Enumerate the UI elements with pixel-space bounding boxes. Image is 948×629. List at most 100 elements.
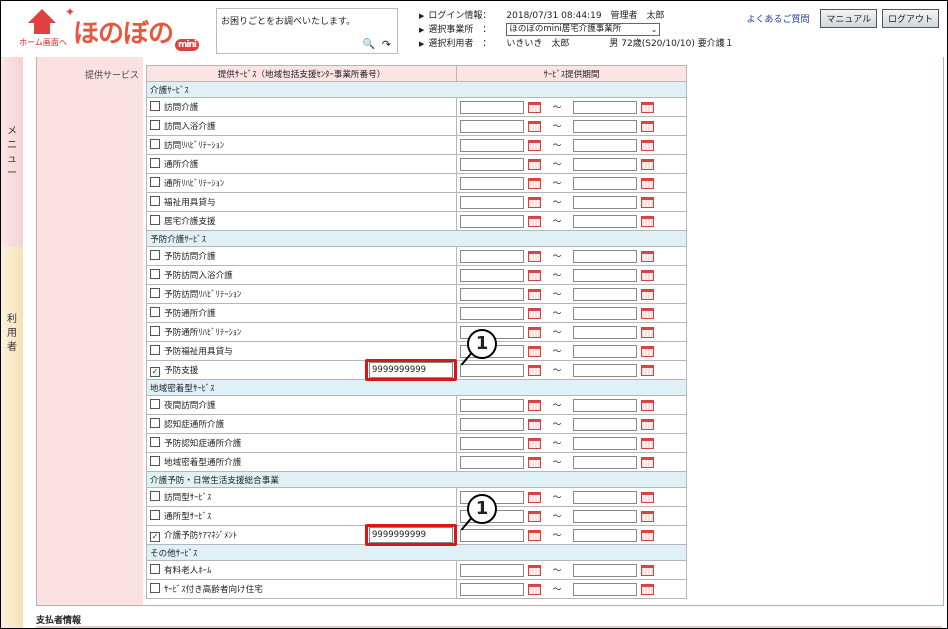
service-checkbox[interactable] [150, 215, 160, 225]
calendar-icon[interactable] [641, 120, 654, 132]
calendar-icon[interactable] [641, 177, 654, 189]
service-checkbox[interactable] [150, 345, 160, 355]
period-start-input[interactable] [460, 582, 524, 596]
calendar-icon[interactable] [528, 120, 541, 132]
calendar-icon[interactable] [641, 158, 654, 170]
service-checkbox[interactable] [150, 418, 160, 428]
period-end-input[interactable] [573, 268, 637, 282]
service-checkbox[interactable] [150, 177, 160, 187]
period-start-input[interactable] [460, 287, 524, 301]
calendar-icon[interactable] [528, 491, 541, 503]
period-end-input[interactable] [573, 325, 637, 339]
calendar-icon[interactable] [528, 583, 541, 595]
office-select[interactable]: ほのぼのmini居宅介護事業所 ⌄ [506, 23, 661, 36]
home-button[interactable]: ホーム画面へ [19, 9, 67, 49]
calendar-icon[interactable] [528, 437, 541, 449]
tab-user[interactable]: 利用者 [1, 247, 23, 628]
service-checkbox[interactable] [150, 139, 160, 149]
calendar-icon[interactable] [528, 177, 541, 189]
calendar-icon[interactable] [641, 307, 654, 319]
period-end-input[interactable] [573, 119, 637, 133]
service-checkbox[interactable] [150, 158, 160, 168]
calendar-icon[interactable] [641, 418, 654, 430]
service-checkbox[interactable] [150, 564, 160, 574]
calendar-icon[interactable] [528, 196, 541, 208]
period-end-input[interactable] [573, 563, 637, 577]
calendar-icon[interactable] [641, 139, 654, 151]
period-end-input[interactable] [573, 436, 637, 450]
calendar-icon[interactable] [528, 101, 541, 113]
calendar-icon[interactable] [528, 269, 541, 281]
period-end-input[interactable] [573, 582, 637, 596]
calendar-icon[interactable] [528, 288, 541, 300]
period-end-input[interactable] [573, 417, 637, 431]
calendar-icon[interactable] [641, 583, 654, 595]
service-checkbox[interactable] [150, 120, 160, 130]
service-checkbox[interactable] [150, 399, 160, 409]
period-end-input[interactable] [573, 100, 637, 114]
calendar-icon[interactable] [528, 158, 541, 170]
calendar-icon[interactable] [641, 491, 654, 503]
service-checkbox[interactable] [150, 510, 160, 520]
period-end-input[interactable] [573, 195, 637, 209]
period-start-input[interactable] [460, 528, 524, 542]
period-end-input[interactable] [573, 344, 637, 358]
tab-menu[interactable]: メニュー [1, 57, 23, 247]
faq-link[interactable]: よくあるご質問 [746, 15, 809, 25]
period-end-input[interactable] [573, 176, 637, 190]
search-icon[interactable]: 🔍 [363, 39, 375, 50]
service-checkbox[interactable] [150, 250, 160, 260]
period-end-input[interactable] [573, 528, 637, 542]
help-search-box[interactable]: お困りごとをお調べいたします。 🔍 ↷ [216, 8, 398, 54]
period-end-input[interactable] [573, 455, 637, 469]
period-end-input[interactable] [573, 287, 637, 301]
calendar-icon[interactable] [641, 326, 654, 338]
calendar-icon[interactable] [528, 399, 541, 411]
service-checkbox[interactable]: ✓ [150, 531, 160, 542]
service-checkbox[interactable]: ✓ [150, 366, 160, 377]
logout-button[interactable]: ログアウト [881, 9, 939, 28]
period-start-input[interactable] [460, 417, 524, 431]
period-start-input[interactable] [460, 363, 524, 377]
service-checkbox[interactable] [150, 583, 160, 593]
service-checkbox[interactable] [150, 269, 160, 279]
calendar-icon[interactable] [641, 456, 654, 468]
arrow-go-icon[interactable]: ↷ [382, 38, 391, 51]
period-start-input[interactable] [460, 119, 524, 133]
period-start-input[interactable] [460, 214, 524, 228]
calendar-icon[interactable] [528, 215, 541, 227]
calendar-icon[interactable] [528, 456, 541, 468]
calendar-icon[interactable] [641, 269, 654, 281]
service-checkbox[interactable] [150, 491, 160, 501]
calendar-icon[interactable] [528, 307, 541, 319]
period-start-input[interactable] [460, 249, 524, 263]
period-end-input[interactable] [573, 398, 637, 412]
period-start-input[interactable] [460, 195, 524, 209]
calendar-icon[interactable] [641, 564, 654, 576]
calendar-icon[interactable] [641, 437, 654, 449]
service-checkbox[interactable] [150, 196, 160, 206]
calendar-icon[interactable] [641, 101, 654, 113]
period-end-input[interactable] [573, 214, 637, 228]
calendar-icon[interactable] [528, 564, 541, 576]
service-checkbox[interactable] [150, 288, 160, 298]
calendar-icon[interactable] [528, 418, 541, 430]
help-search-input[interactable]: お困りごとをお調べいたします。 [221, 14, 355, 27]
calendar-icon[interactable] [641, 196, 654, 208]
period-end-input[interactable] [573, 363, 637, 377]
calendar-icon[interactable] [641, 529, 654, 541]
calendar-icon[interactable] [641, 288, 654, 300]
period-end-input[interactable] [573, 306, 637, 320]
period-end-input[interactable] [573, 490, 637, 504]
calendar-icon[interactable] [528, 139, 541, 151]
service-checkbox[interactable] [150, 326, 160, 336]
calendar-icon[interactable] [641, 215, 654, 227]
calendar-icon[interactable] [528, 326, 541, 338]
service-checkbox[interactable] [150, 101, 160, 111]
period-start-input[interactable] [460, 100, 524, 114]
manual-button[interactable]: マニュアル [820, 9, 878, 28]
calendar-icon[interactable] [528, 345, 541, 357]
calendar-icon[interactable] [528, 250, 541, 262]
calendar-icon[interactable] [641, 510, 654, 522]
period-start-input[interactable] [460, 455, 524, 469]
